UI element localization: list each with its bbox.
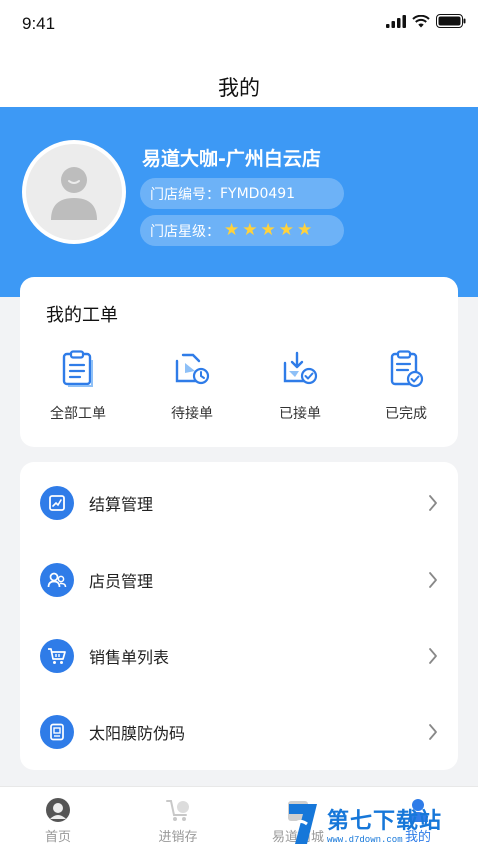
tab-inventory[interactable]: 进销存 <box>128 787 228 850</box>
page-title: 我的 <box>218 76 260 100</box>
menu-item-anti-counterfeit-label: 太阳膜防伪码 <box>89 723 186 743</box>
status-bar: 9:41 <box>0 0 478 50</box>
star-icon: ★ <box>242 220 258 240</box>
watermark-text: 第七下载站 www.d7down.com <box>327 803 442 845</box>
store-rating-stars: ★ ★ ★ ★ ★ <box>224 222 312 239</box>
order-completed[interactable]: 已完成 <box>356 349 456 429</box>
chevron-right-icon <box>429 494 437 511</box>
store-code-label: 门店编号： <box>150 186 220 203</box>
store-code-pill: 门店编号： FYMD0491 <box>140 178 344 209</box>
tab-inventory-label: 进销存 <box>158 830 198 845</box>
menu-item-anti-counterfeit[interactable]: 太阳膜防伪码 <box>20 693 458 770</box>
order-all[interactable]: 全部工单 <box>28 349 128 429</box>
order-accepted-label: 已接单 <box>279 406 321 422</box>
clipboard-icon <box>58 349 98 389</box>
download-check-icon <box>280 349 320 389</box>
menu-item-sales-list[interactable]: 销售单列表 <box>20 617 458 694</box>
clipboard-check-icon <box>386 349 426 389</box>
menu-item-sales-list-label: 销售单列表 <box>89 647 170 667</box>
avatar[interactable] <box>22 140 126 244</box>
status-icons <box>386 14 466 28</box>
order-pending-label: 待接单 <box>171 406 213 422</box>
signal-icon <box>386 14 406 28</box>
cart-tab-icon <box>164 796 192 824</box>
menu-card: 结算管理 店员管理 销售单列表 太阳膜防伪码 <box>20 462 458 770</box>
chevron-right-icon <box>429 723 437 740</box>
watermark-url: www.d7down.com <box>327 835 403 845</box>
work-orders-card: 我的工单 全部工单 待接单 已接单 已完成 <box>20 277 458 447</box>
chevron-right-icon <box>429 647 437 664</box>
status-time: 9:41 <box>22 14 56 33</box>
order-completed-label: 已完成 <box>385 406 427 422</box>
order-pending[interactable]: 待接单 <box>142 349 242 429</box>
tab-home-label: 首页 <box>44 830 71 845</box>
order-all-label: 全部工单 <box>50 406 106 422</box>
user-placeholder-icon <box>51 167 97 220</box>
star-icon: ★ <box>224 220 240 240</box>
order-accepted[interactable]: 已接单 <box>250 349 350 429</box>
truck-clock-icon <box>172 349 212 389</box>
tab-home[interactable]: 首页 <box>8 787 108 850</box>
star-icon: ★ <box>297 220 313 240</box>
staff-icon <box>40 562 74 597</box>
star-icon: ★ <box>278 220 294 240</box>
home-avatar-icon <box>44 796 72 824</box>
watermark-logo-icon <box>289 804 317 844</box>
code-card-icon <box>40 714 74 749</box>
battery-icon <box>436 14 466 28</box>
avatar-placeholder <box>26 144 122 240</box>
watermark: 第七下载站 www.d7down.com <box>285 800 475 848</box>
store-rating-pill: 门店星级： ★ ★ ★ ★ ★ <box>140 215 344 246</box>
store-code-value: FYMD0491 <box>220 185 296 202</box>
menu-item-staff[interactable]: 店员管理 <box>20 541 458 618</box>
chevron-right-icon <box>429 571 437 588</box>
watermark-title: 第七下载站 <box>327 809 443 834</box>
settlement-icon <box>40 485 74 520</box>
wifi-icon <box>412 14 430 27</box>
nav-bar: 我的 <box>0 50 478 107</box>
cart-icon <box>40 638 74 673</box>
menu-item-staff-label: 店员管理 <box>89 571 154 591</box>
menu-item-settlement-label: 结算管理 <box>89 494 154 514</box>
work-orders-title: 我的工单 <box>46 305 118 326</box>
star-icon: ★ <box>260 220 276 240</box>
menu-item-settlement[interactable]: 结算管理 <box>20 464 458 541</box>
store-name: 易道大咖-广州白云店 <box>142 148 321 170</box>
store-rating-label: 门店星级： <box>150 223 220 240</box>
